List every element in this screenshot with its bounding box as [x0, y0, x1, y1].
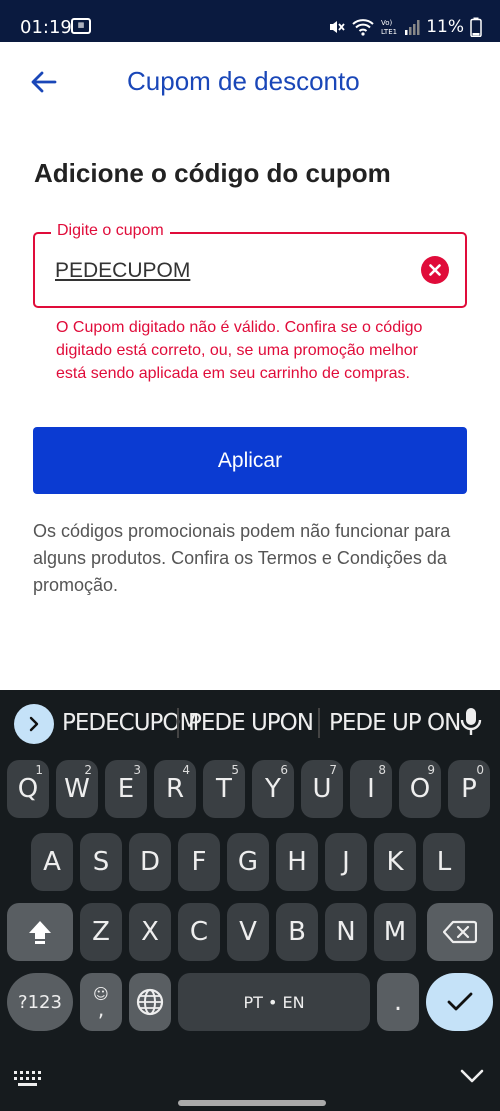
backspace-icon — [443, 920, 477, 944]
signal-icon — [405, 20, 420, 35]
key-r[interactable]: R4 — [154, 760, 196, 818]
volte-icon: Vo) LTE1 — [381, 19, 397, 36]
back-button[interactable] — [22, 62, 66, 102]
clear-input-icon[interactable] — [421, 256, 449, 284]
key-y[interactable]: Y6 — [252, 760, 294, 818]
symbols-key[interactable]: ?123 — [7, 973, 73, 1031]
language-key[interactable] — [129, 973, 171, 1031]
suggestion-3[interactable]: PEDE UP ON — [329, 710, 461, 736]
key-j[interactable]: J — [325, 833, 367, 891]
coupon-field: Digite o cupom — [33, 222, 467, 308]
space-key[interactable]: PT • EN — [178, 973, 370, 1031]
key-x[interactable]: X — [129, 903, 171, 961]
shift-icon — [29, 921, 51, 944]
navigation-bar — [0, 1046, 500, 1111]
suggestion-bar: PEDECUPOM PEDE UPON PEDE UP ON — [0, 690, 500, 756]
key-o[interactable]: O9 — [399, 760, 441, 818]
enter-key[interactable] — [426, 973, 493, 1031]
wifi-icon — [352, 19, 374, 36]
coupon-error-message: O Cupom digitado não é válido. Confira s… — [56, 319, 423, 382]
key-u[interactable]: U7 — [301, 760, 343, 818]
expand-toolbar-button[interactable] — [14, 704, 54, 744]
mute-icon — [330, 21, 345, 33]
key-g[interactable]: G — [227, 833, 269, 891]
key-l[interactable]: L — [423, 833, 465, 891]
key-p[interactable]: P0 — [448, 760, 490, 818]
key-t[interactable]: T5 — [203, 760, 245, 818]
svg-text:Vo): Vo) — [381, 19, 393, 27]
key-s[interactable]: S — [80, 833, 122, 891]
key-n[interactable]: N — [325, 903, 367, 961]
key-e[interactable]: E3 — [105, 760, 147, 818]
status-icons: Vo) LTE1 11% — [328, 15, 482, 39]
promo-info-text: Os códigos promocionais podem não funcio… — [33, 521, 451, 595]
coupon-field-label: Digite o cupom — [51, 222, 170, 240]
chevron-right-icon — [29, 716, 39, 732]
checkmark-icon — [447, 992, 472, 1011]
battery-icon — [470, 17, 482, 37]
key-i[interactable]: I8 — [350, 760, 392, 818]
chevron-down-icon[interactable] — [460, 1068, 484, 1084]
key-d[interactable]: D — [129, 833, 171, 891]
section-heading: Adicione o código do cupom — [34, 158, 391, 188]
on-screen-keyboard: PEDECUPOM PEDE UPON PEDE UP ON Q1 W2 E3 … — [0, 690, 500, 1111]
key-w[interactable]: W2 — [56, 760, 98, 818]
key-c[interactable]: C — [178, 903, 220, 961]
key-k[interactable]: K — [374, 833, 416, 891]
notification-icon: ▦ — [71, 18, 91, 34]
key-f[interactable]: F — [178, 833, 220, 891]
battery-percentage: 11% — [426, 17, 464, 37]
coupon-input[interactable] — [55, 254, 395, 288]
backspace-key[interactable] — [427, 903, 493, 961]
suggestion-2[interactable]: PEDE UPON — [188, 710, 314, 736]
status-time: 01:19 — [20, 17, 72, 38]
keyboard-grid-icon[interactable] — [14, 1071, 42, 1087]
suggestion-divider — [318, 708, 320, 738]
arrow-left-icon — [31, 71, 57, 93]
key-b[interactable]: B — [276, 903, 318, 961]
apply-button[interactable]: Aplicar — [33, 427, 467, 494]
key-q[interactable]: Q1 — [7, 760, 49, 818]
shift-key[interactable] — [7, 903, 73, 961]
microphone-icon[interactable] — [460, 706, 482, 738]
status-bar: 01:19 ▦ Vo) LTE1 11% — [0, 0, 500, 42]
period-key[interactable]: . — [377, 973, 419, 1031]
key-v[interactable]: V — [227, 903, 269, 961]
key-h[interactable]: H — [276, 833, 318, 891]
home-indicator[interactable] — [178, 1100, 326, 1106]
key-a[interactable]: A — [31, 833, 73, 891]
page-title: Cupom de desconto — [127, 66, 360, 96]
svg-text:LTE1: LTE1 — [381, 28, 397, 36]
globe-icon — [136, 988, 164, 1016]
suggestion-divider — [177, 708, 179, 738]
key-m[interactable]: M — [374, 903, 416, 961]
app-bar: Cupom de desconto — [0, 42, 500, 122]
key-z[interactable]: Z — [80, 903, 122, 961]
emoji-comma-key[interactable]: ☺ , — [80, 973, 122, 1031]
